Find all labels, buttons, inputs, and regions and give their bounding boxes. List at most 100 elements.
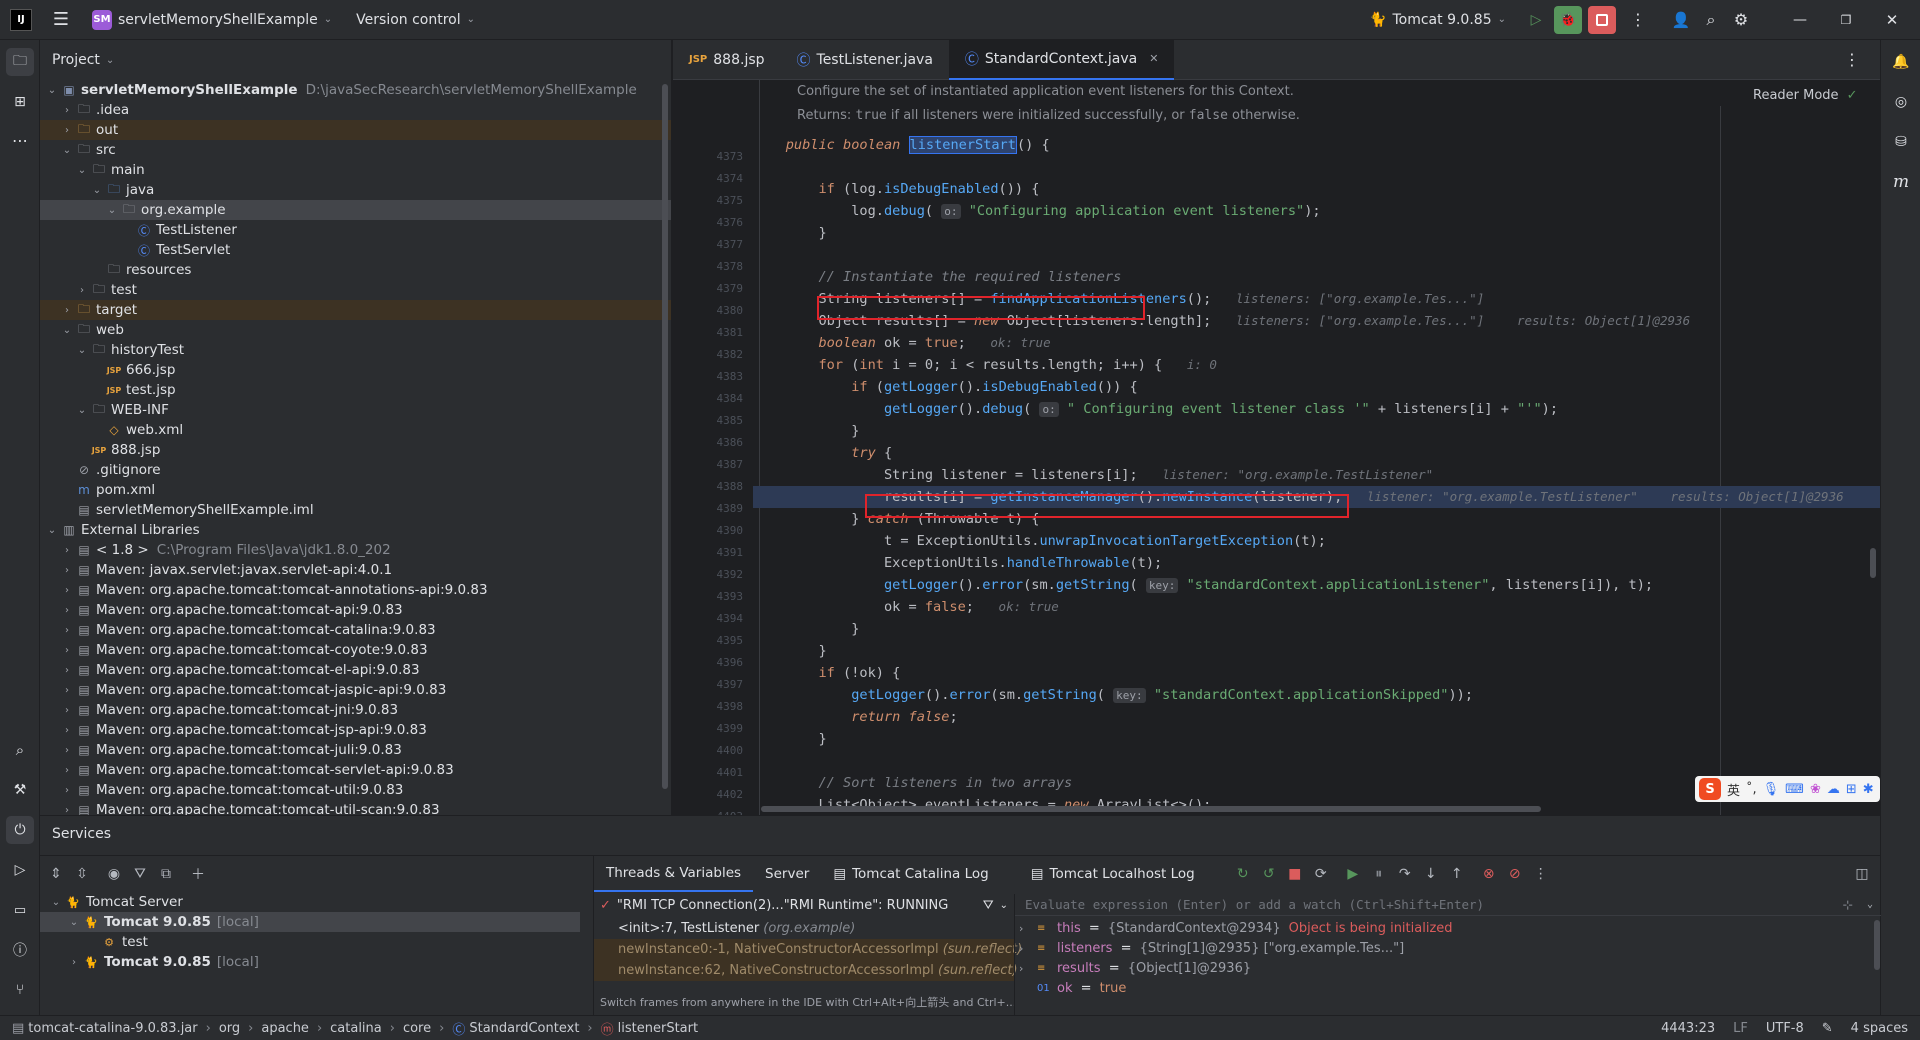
tree-item[interactable]: ◇ web.xml	[40, 420, 671, 440]
tree-item[interactable]: › 🗀 .idea	[40, 100, 671, 120]
filter-icon[interactable]: ⛛	[983, 898, 994, 913]
ime-toolbar[interactable]: S 英 ˚, 🎙 ⌨ ❀ ☁ ⊞ ✱	[1695, 776, 1880, 802]
maven-icon[interactable]: m	[1887, 168, 1915, 196]
stack-frame[interactable]: newInstance0:-1, NativeConstructorAccess…	[594, 939, 1022, 960]
variable-row[interactable]: › ≡ results = {Object[1]@2936}	[1019, 958, 1881, 978]
run-config-selector[interactable]: 🐈 Tomcat 9.0.85 ⌄	[1369, 12, 1506, 28]
find-icon[interactable]: ⌕	[6, 736, 34, 764]
chevron-right-icon[interactable]: ›	[59, 665, 75, 676]
file-encoding[interactable]: UTF-8	[1766, 1021, 1804, 1036]
tab-standardcontext-java[interactable]: Ⓒ StandardContext.java ✕	[948, 40, 1175, 80]
step-out-icon[interactable]: ↑	[1445, 862, 1469, 886]
chevron-down-icon[interactable]: ⌄	[74, 405, 90, 416]
chevron-right-icon[interactable]: ›	[59, 105, 75, 116]
chevron-right-icon[interactable]: ›	[59, 765, 75, 776]
breadcrumb-item[interactable]: catalina	[330, 1021, 382, 1036]
tab-server[interactable]: Server	[753, 856, 821, 892]
chevron-right-icon[interactable]: ›	[59, 805, 75, 816]
chevron-down-icon[interactable]: ⌄	[44, 85, 60, 96]
tree-item[interactable]: ⌄ 🗀 historyTest	[40, 340, 671, 360]
readonly-toggle-icon[interactable]: ✎	[1822, 1021, 1833, 1036]
chevron-down-icon[interactable]: ⌄	[74, 165, 90, 176]
project-folder-icon[interactable]: 🗀	[6, 48, 34, 76]
chevron-down-icon[interactable]: ⌄	[48, 897, 64, 908]
show-icon[interactable]: ◉	[102, 862, 126, 886]
close-tab-icon[interactable]: ✕	[1149, 52, 1158, 65]
service-tree-item[interactable]: ⌄ 🐈 Tomcat Server	[40, 892, 580, 912]
collapse-all-icon[interactable]: ⇳	[70, 862, 94, 886]
tree-item[interactable]: ⌄ 🗀 java	[40, 180, 671, 200]
service-tree-item[interactable]: ⚙ test	[40, 932, 580, 952]
tree-item[interactable]: › ▤ Maven: javax.servlet:javax.servlet-api…	[40, 560, 671, 580]
tree-item[interactable]: Ⓒ TestListener	[40, 220, 671, 240]
stack-frame[interactable]: <init>:7, TestListener (org.example)	[594, 918, 1014, 939]
services-icon[interactable]: ⏻	[6, 816, 34, 844]
add-watch-icon[interactable]: ⊹	[1842, 897, 1852, 912]
variables-scrollbar[interactable]	[1874, 920, 1880, 970]
build-hammer-icon[interactable]: ⚒	[6, 776, 34, 804]
debug-icon[interactable]: 🐞	[1554, 5, 1582, 34]
chevron-right-icon[interactable]: ›	[59, 705, 75, 716]
close-icon[interactable]: ✕	[1874, 11, 1910, 29]
breadcrumb-item[interactable]: org	[219, 1021, 240, 1036]
chevron-right-icon[interactable]: ›	[59, 585, 75, 596]
vertical-scrollbar[interactable]	[1870, 548, 1876, 578]
tree-item[interactable]: JSP 666.jsp	[40, 360, 671, 380]
more-tools-icon[interactable]: ⋯	[6, 126, 34, 154]
add-user-icon[interactable]: 👤	[1670, 11, 1692, 29]
stop-icon[interactable]	[1588, 5, 1616, 34]
tree-item[interactable]: › ▤ Maven: org.apache.tomcat:tomcat-catali…	[40, 620, 671, 640]
tree-item[interactable]: › 🗀 target	[40, 300, 671, 320]
chevron-right-icon[interactable]: ›	[59, 645, 75, 656]
tree-item[interactable]: › ▤ Maven: org.apache.tomcat:tomcat-jaspic…	[40, 680, 671, 700]
tree-item[interactable]: ⊘ .gitignore	[40, 460, 671, 480]
settings-gear-icon[interactable]: ⚙	[1730, 10, 1752, 29]
variable-row[interactable]: › ≡ this = {StandardContext@2934} Object is…	[1019, 918, 1881, 938]
ai-assistant-icon[interactable]: ◎	[1887, 88, 1915, 116]
scrollbar[interactable]	[662, 84, 668, 789]
tree-item[interactable]: 🗀 resources	[40, 260, 671, 280]
minimize-icon[interactable]: —	[1782, 12, 1818, 28]
terminal-icon[interactable]: ▭	[6, 896, 34, 924]
step-into-icon[interactable]: ↓	[1419, 862, 1443, 886]
search-icon[interactable]: ⌕	[1700, 10, 1722, 30]
chevron-down-icon[interactable]: ⌄	[59, 145, 75, 156]
tree-item[interactable]: › ▤ Maven: org.apache.tomcat:tomcat-jsp-ap…	[40, 720, 671, 740]
tree-item[interactable]: JSP 888.jsp	[40, 440, 671, 460]
tree-item[interactable]: JSP test.jsp	[40, 380, 671, 400]
view-breakpoints-icon[interactable]: ⊗	[1477, 862, 1501, 886]
vcs-selector[interactable]: Version control ⌄	[356, 12, 475, 28]
tree-item[interactable]: ⌄ ▥ External Libraries	[40, 520, 671, 540]
thread-selector[interactable]: ✓ "RMI TCP Connection(2)..."RMI Runtime"…	[594, 894, 1014, 916]
service-tree-item[interactable]: › 🐈 Tomcat 9.0.85 [local]	[40, 952, 580, 972]
chevron-right-icon[interactable]: ›	[59, 625, 75, 636]
notifications-bell-icon[interactable]: 🔔	[1887, 48, 1915, 76]
tree-item[interactable]: ⌄ 🗀 web	[40, 320, 671, 340]
chevron-down-icon[interactable]: ⌄	[59, 325, 75, 336]
tree-item[interactable]: › ▤ Maven: org.apache.tomcat:tomcat-coyote…	[40, 640, 671, 660]
add-icon[interactable]: ＋	[186, 862, 210, 886]
tree-item[interactable]: ⌄ 🗀 src	[40, 140, 671, 160]
tree-item[interactable]: › ▤ Maven: org.apache.tomcat:tomcat-el-api…	[40, 660, 671, 680]
horizontal-scrollbar[interactable]	[761, 806, 1541, 812]
tree-item[interactable]: ⌄ 🗀 WEB-INF	[40, 400, 671, 420]
tree-item[interactable]: › ▤ Maven: org.apache.tomcat:tomcat-annota…	[40, 580, 671, 600]
main-menu-icon[interactable]: ☰	[50, 9, 72, 30]
resume-icon[interactable]: ▷	[1524, 12, 1548, 28]
indent-setting[interactable]: 4 spaces	[1851, 1021, 1908, 1036]
chevron-down-icon[interactable]: ⌄	[66, 917, 82, 928]
chevron-down-icon[interactable]: ⌄	[74, 345, 90, 356]
breadcrumb-item[interactable]: core	[403, 1021, 431, 1036]
chevron-right-icon[interactable]: ›	[59, 605, 75, 616]
breadcrumb-item[interactable]: tomcat-catalina-9.0.83.jar	[28, 1021, 197, 1036]
code-view[interactable]: Configure the set of instantiated applic…	[753, 80, 1880, 815]
breadcrumb-item[interactable]: StandardContext	[469, 1021, 579, 1036]
tab-testlistener-java[interactable]: Ⓒ TestListener.java	[781, 40, 949, 80]
service-tree-item[interactable]: ⌄ 🐈 Tomcat 9.0.85 [local]	[40, 912, 580, 932]
chevron-down-icon[interactable]: ⌄	[104, 205, 120, 216]
chevron-down-icon[interactable]: ⌄	[44, 525, 60, 536]
chevron-right-icon[interactable]: ›	[59, 125, 75, 136]
chevron-right-icon[interactable]: ›	[59, 725, 75, 736]
restore-icon[interactable]: ❐	[1828, 13, 1864, 27]
tree-item[interactable]: ⌄ ▣ servletMemoryShellExample D:\javaSecRes…	[40, 80, 671, 100]
